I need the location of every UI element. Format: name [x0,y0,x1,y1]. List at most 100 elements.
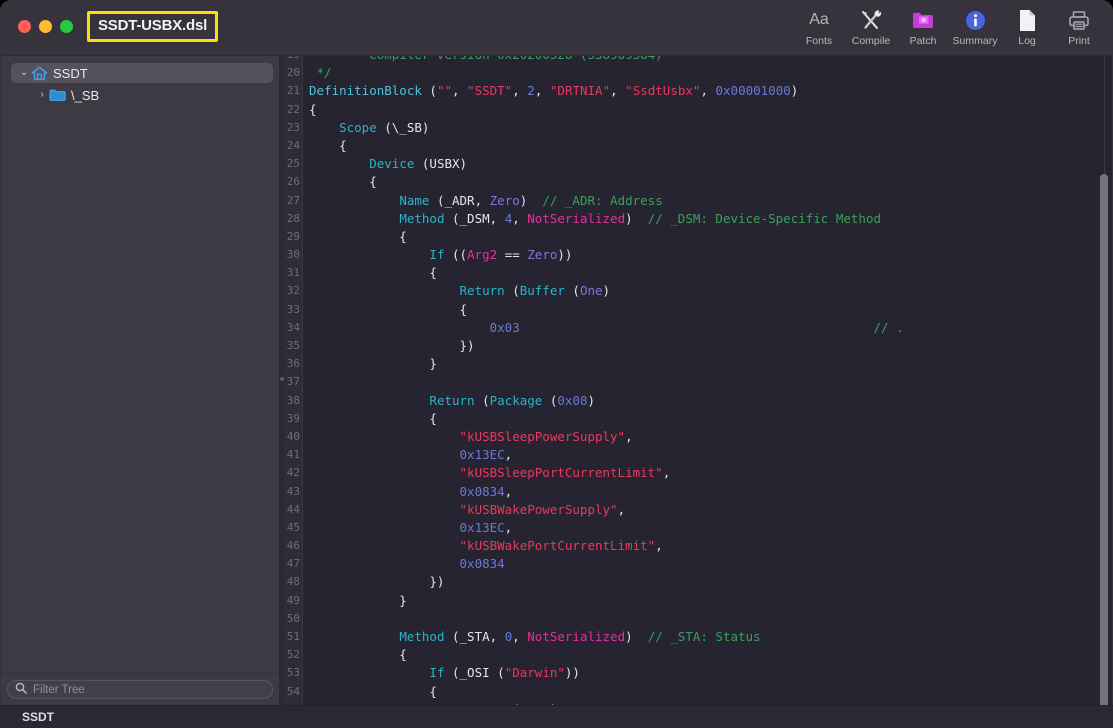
code-line[interactable]: { [304,228,1094,246]
chevron-right-icon[interactable]: › [35,88,49,102]
code-line[interactable]: } [304,355,1094,373]
code-token: (_STA, [452,629,505,644]
code-line[interactable]: Scope (\_SB) [304,119,1094,137]
code-token: If [429,247,452,263]
code-line[interactable]: "kUSBWakePowerSupply", [304,501,1094,519]
close-button[interactable] [18,20,31,33]
toolbar-button-fonts[interactable]: Aa Fonts [793,6,845,47]
code-token: , [617,501,626,517]
code-line[interactable]: { [304,137,1094,155]
code-token: , [655,538,663,554]
code-token: , [625,428,633,444]
code-token: Zero [489,192,520,208]
code-token: Return [459,283,513,299]
line-number: 46 [286,539,300,553]
tree-item-sb[interactable]: › \_SB [29,85,273,105]
code-line[interactable]: 0x13EC, [304,446,1094,464]
code-line[interactable]: { [304,101,1094,119]
tree-item-ssdt[interactable]: ⌄ SSDT [11,63,273,83]
code-token: ) [625,210,648,226]
code-line[interactable]: }) [304,337,1094,355]
line-number: 41 [286,448,300,462]
code-line[interactable]: }) [304,573,1094,591]
code-token: Package [489,392,550,408]
toolbar: Aa Fonts Compile Patch Summary Log Print [793,6,1105,47]
code-line[interactable]: Return (Buffer (One) [304,282,1094,300]
code-line[interactable]: 0x13EC, [304,519,1094,537]
code-token: * [309,56,332,62]
window-title-highlight: SSDT-USBX.dsl [87,11,219,42]
line-number: 27 [286,193,300,207]
code-line[interactable]: { [304,173,1094,191]
toolbar-label-fonts: Fonts [805,35,833,47]
code-line[interactable]: 0x0834 [304,555,1094,573]
code-line[interactable]: Device (USBX) [304,155,1094,173]
zoom-button[interactable] [60,20,73,33]
code-token: (( [452,247,468,263]
code-line[interactable]: Return (Package (0x08) [304,392,1094,410]
code-token: { [309,265,437,281]
code-content[interactable]: * Compiler Version 0x20200528 (538969384… [304,56,1094,705]
code-token: ( [572,283,580,299]
window-controls [18,20,73,33]
fonts-aa-icon: Aa [809,8,829,32]
title-bar: SSDT-USBX.dsl Aa Fonts Compile Patch Sum… [0,0,1113,55]
code-token: , [662,465,671,481]
compile-tools-icon [859,8,883,32]
code-token: { [309,301,468,317]
code-line[interactable]: */ [304,64,1094,82]
code-line[interactable]: * Compiler Version 0x20200528 (538969384… [304,56,1094,64]
code-line[interactable]: Name (_ADR, Zero) // _ADR: Address [304,192,1094,210]
code-token: )) [564,665,580,681]
code-line[interactable]: { [304,301,1094,319]
code-line[interactable]: 0x03 // . [304,319,1094,337]
code-token: ) [625,629,648,644]
toolbar-button-log[interactable]: Log [1001,6,1053,47]
minimize-button[interactable] [39,20,52,33]
code-line[interactable]: { [304,646,1094,664]
code-line[interactable]: { [304,410,1094,428]
filter-tree-input[interactable]: Filter Tree [7,680,273,699]
code-line[interactable]: { [304,683,1094,701]
code-token: Method [399,210,452,226]
code-token: (_DSM, [452,210,505,226]
code-line[interactable]: DefinitionBlock ("", "SSDT", 2, "DRTNIA"… [304,82,1094,100]
code-token: "kUSBWakePortCurrentLimit" [459,538,656,554]
code-line[interactable]: Method (_STA, 0, NotSerialized) // _STA:… [304,628,1094,646]
code-token: // _STA: Status [647,629,761,644]
chevron-down-icon[interactable]: ⌄ [17,66,31,80]
line-number: 20 [286,66,300,80]
code-editor[interactable]: 19 20 21 22 23 24 25 26 27 28 29 30 31 32 33 34 35 36 37 38… [284,55,1112,705]
code-line[interactable]: "kUSBSleepPowerSupply", [304,428,1094,446]
code-line[interactable] [304,610,1094,628]
code-line[interactable]: If (_OSI ("Darwin")) [304,664,1094,682]
toolbar-button-summary[interactable]: Summary [949,6,1001,47]
code-token: Arg2 [467,247,498,263]
vertical-scrollbar[interactable] [1100,174,1108,705]
code-line[interactable]: "kUSBWakePortCurrentLimit", [304,537,1094,555]
toolbar-button-compile[interactable]: Compile [845,6,897,47]
code-token: "Darwin" [504,665,565,681]
code-line[interactable]: { [304,264,1094,282]
code-line[interactable] [304,373,1094,391]
code-token: "kUSBSleepPowerSupply" [459,428,626,444]
code-token: Device [369,156,422,172]
code-line[interactable]: Method (_DSM, 4, NotSerialized) // _DSM:… [304,210,1094,228]
code-line[interactable]: "kUSBSleepPortCurrentLimit", [304,464,1094,482]
sidebar-tree-panel: ⌄ SSDT › \_SB Filter Tree [1,55,279,705]
line-number: 25 [286,157,300,171]
code-line[interactable]: 0x0834, [304,483,1094,501]
toolbar-button-print[interactable]: Print [1053,6,1105,47]
code-token: , [504,483,513,499]
code-token: , [700,83,716,99]
code-line[interactable]: If ((Arg2 == Zero)) [304,246,1094,264]
toolbar-button-patch[interactable]: Patch [897,6,949,47]
code-line[interactable]: } [304,592,1094,610]
line-number: 48 [286,575,300,589]
